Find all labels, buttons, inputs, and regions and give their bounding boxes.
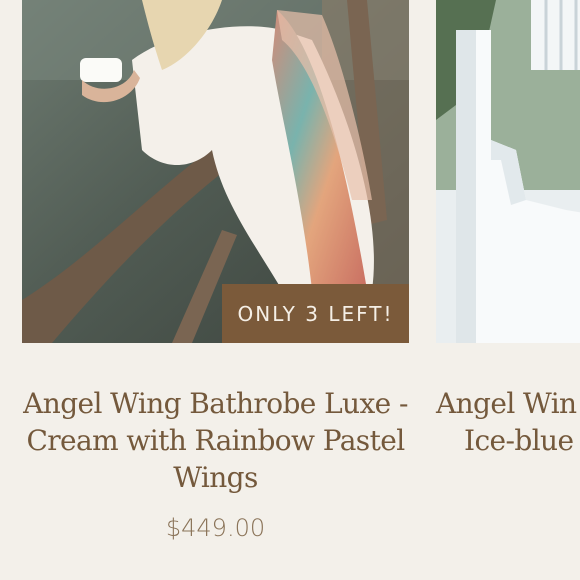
product-title[interactable]: Angel Win Ice-blue [436, 385, 580, 459]
product-photo [436, 0, 580, 343]
product-price: $449.00 [165, 514, 266, 542]
product-title-line: Angel Win [436, 387, 577, 420]
stock-badge: ONLY 3 LEFT! [222, 284, 409, 343]
product-image[interactable] [436, 0, 580, 343]
product-title-line: Ice-blue [464, 424, 574, 457]
product-title[interactable]: Angel Wing Bathrobe Luxe - Cream with Ra… [18, 385, 413, 496]
product-image[interactable]: ONLY 3 LEFT! [22, 0, 409, 343]
